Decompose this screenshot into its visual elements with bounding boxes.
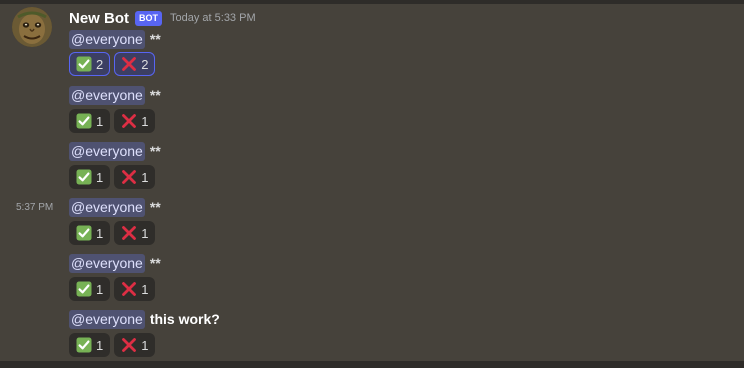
- reaction-cross[interactable]: 2: [114, 52, 156, 76]
- message-line: @everyone **: [69, 84, 161, 106]
- bot-badge: BOT: [135, 10, 162, 26]
- check-mark-icon: [76, 281, 92, 297]
- check-mark-icon: [76, 225, 92, 241]
- check-mark-icon: [76, 113, 92, 129]
- reaction-check[interactable]: 1: [69, 165, 111, 189]
- message-line: @everyone **: [69, 28, 161, 50]
- message-header: New Bot BOT Today at 5:33 PM: [69, 8, 256, 28]
- reaction-check[interactable]: 1: [69, 109, 111, 133]
- reaction-count: 2: [141, 56, 149, 72]
- reaction-bar: 1 1: [69, 221, 156, 245]
- message-text: **: [149, 143, 161, 159]
- check-mark-icon: [76, 169, 92, 185]
- reaction-bar: 1 1: [69, 277, 156, 301]
- reaction-cross[interactable]: 1: [114, 277, 156, 301]
- reaction-cross[interactable]: 1: [114, 221, 156, 245]
- message-line: @everyone this work?: [69, 308, 220, 330]
- author-name[interactable]: New Bot: [69, 10, 129, 27]
- reaction-count: 1: [141, 225, 149, 241]
- reaction-cross[interactable]: 1: [114, 165, 156, 189]
- reaction-count: 1: [141, 169, 149, 185]
- cross-mark-icon: [122, 57, 137, 71]
- reaction-bar: 1 1: [69, 333, 156, 357]
- reaction-count: 1: [141, 281, 149, 297]
- reaction-count: 1: [96, 169, 104, 185]
- reaction-bar: 1 1: [69, 109, 156, 133]
- message-text: **: [149, 199, 161, 215]
- reaction-check[interactable]: 2: [69, 52, 111, 76]
- mention-everyone[interactable]: @everyone: [69, 253, 145, 273]
- avatar[interactable]: [12, 7, 52, 47]
- message-line: @everyone **: [69, 252, 161, 274]
- message-line: @everyone **: [69, 196, 161, 218]
- mention-everyone[interactable]: @everyone: [69, 197, 145, 217]
- reaction-cross[interactable]: 1: [114, 109, 156, 133]
- reaction-check[interactable]: 1: [69, 333, 111, 357]
- mention-everyone[interactable]: @everyone: [69, 85, 145, 105]
- mention-everyone[interactable]: @everyone: [69, 309, 145, 329]
- message-text: this work?: [149, 311, 220, 327]
- reaction-bar: 2 2: [69, 52, 156, 76]
- reaction-check[interactable]: 1: [69, 221, 111, 245]
- check-mark-icon: [76, 337, 92, 353]
- message-timestamp[interactable]: Today at 5:33 PM: [170, 12, 256, 24]
- reaction-count: 1: [141, 113, 149, 129]
- message-text: **: [149, 87, 161, 103]
- reaction-count: 1: [96, 281, 104, 297]
- mention-everyone[interactable]: @everyone: [69, 29, 145, 49]
- reaction-check[interactable]: 1: [69, 277, 111, 301]
- cross-mark-icon: [122, 338, 137, 352]
- reaction-count: 2: [96, 56, 104, 72]
- reaction-cross[interactable]: 1: [114, 333, 156, 357]
- reaction-bar: 1 1: [69, 165, 156, 189]
- mention-everyone[interactable]: @everyone: [69, 141, 145, 161]
- reaction-count: 1: [96, 225, 104, 241]
- cross-mark-icon: [122, 226, 137, 240]
- reaction-count: 1: [96, 337, 104, 353]
- reaction-count: 1: [96, 113, 104, 129]
- hover-timestamp[interactable]: 5:37 PM: [16, 202, 53, 213]
- cross-mark-icon: [122, 114, 137, 128]
- message-text: **: [149, 255, 161, 271]
- message-line: @everyone **: [69, 140, 161, 162]
- avatar-image: [12, 7, 52, 47]
- cross-mark-icon: [122, 170, 137, 184]
- cross-mark-icon: [122, 282, 137, 296]
- reaction-count: 1: [141, 337, 149, 353]
- check-mark-icon: [76, 56, 92, 72]
- bottom-edge: [0, 361, 744, 368]
- top-edge: [0, 0, 744, 4]
- message-text: **: [149, 31, 161, 47]
